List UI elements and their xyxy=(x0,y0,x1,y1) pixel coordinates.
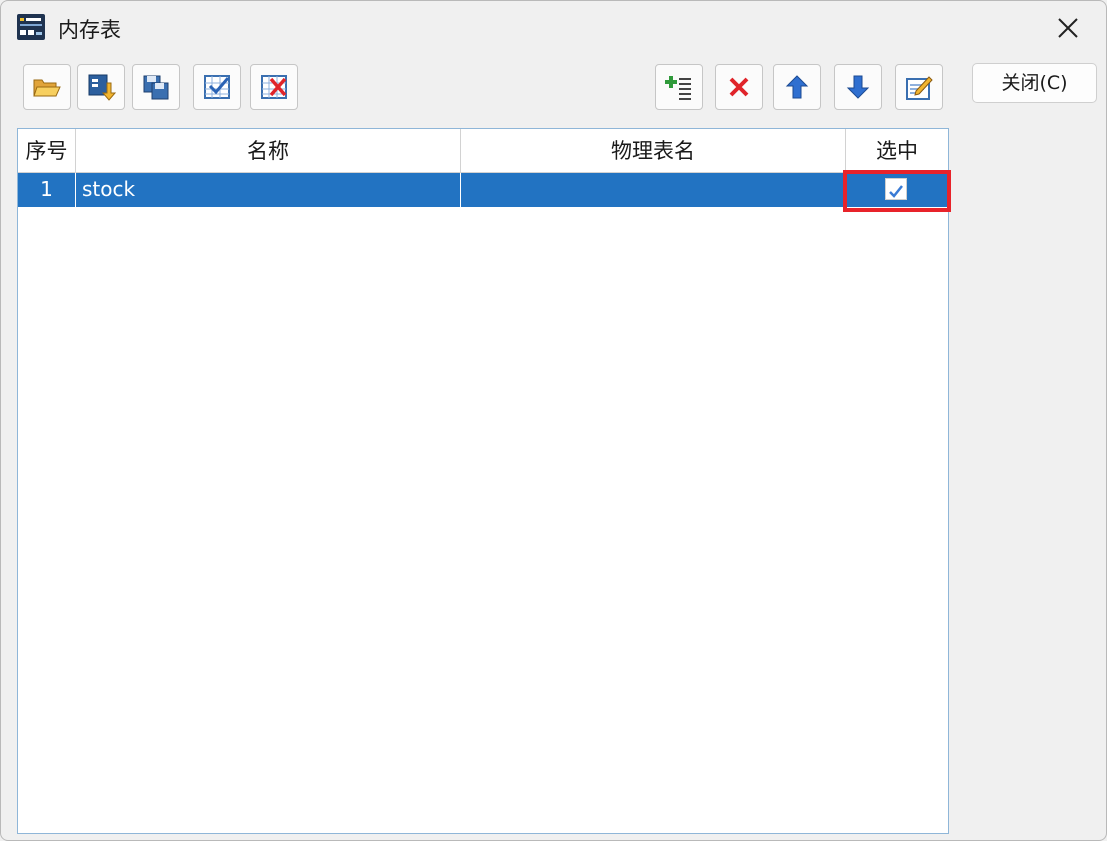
save-button[interactable] xyxy=(132,64,180,110)
column-header-name[interactable]: 名称 xyxy=(76,129,461,173)
move-down-icon xyxy=(846,73,870,101)
close-icon[interactable] xyxy=(1048,11,1088,45)
delete-icon xyxy=(726,74,752,100)
close-button[interactable]: 关闭(C) xyxy=(972,63,1097,103)
deselect-all-button[interactable] xyxy=(250,64,298,110)
window-title: 内存表 xyxy=(58,18,121,42)
move-up-button[interactable] xyxy=(773,64,821,110)
row-index-cell: 1 xyxy=(18,173,76,207)
column-header-index[interactable]: 序号 xyxy=(18,129,76,173)
row-physical-name-cell[interactable] xyxy=(461,173,846,207)
app-icon xyxy=(17,14,45,40)
select-all-icon xyxy=(202,73,232,101)
column-header-physical-name[interactable]: 物理表名 xyxy=(461,129,846,173)
move-up-icon xyxy=(785,73,809,101)
delete-button[interactable] xyxy=(715,64,763,110)
edit-button[interactable] xyxy=(895,64,943,110)
move-down-button[interactable] xyxy=(834,64,882,110)
edit-icon xyxy=(904,73,934,101)
select-all-button[interactable] xyxy=(193,64,241,110)
dialog-window: 内存表 关闭(C) 序号 名称 物理表名 选中 1 stock xyxy=(0,0,1107,841)
save-icon xyxy=(141,73,171,101)
add-row-button[interactable] xyxy=(655,64,703,110)
import-button[interactable] xyxy=(77,64,125,110)
table-row[interactable]: 1 stock xyxy=(18,173,948,207)
open-button[interactable] xyxy=(23,64,71,110)
add-row-icon xyxy=(664,73,694,101)
deselect-all-icon xyxy=(259,73,289,101)
title-bar: 内存表 xyxy=(1,1,1106,53)
import-icon xyxy=(86,73,116,101)
row-name-cell[interactable]: stock xyxy=(76,173,461,207)
memory-table-grid[interactable]: 序号 名称 物理表名 选中 1 stock xyxy=(17,128,949,834)
open-icon xyxy=(32,74,62,100)
selected-cell-highlight xyxy=(843,170,951,212)
column-header-selected[interactable]: 选中 xyxy=(846,129,948,173)
